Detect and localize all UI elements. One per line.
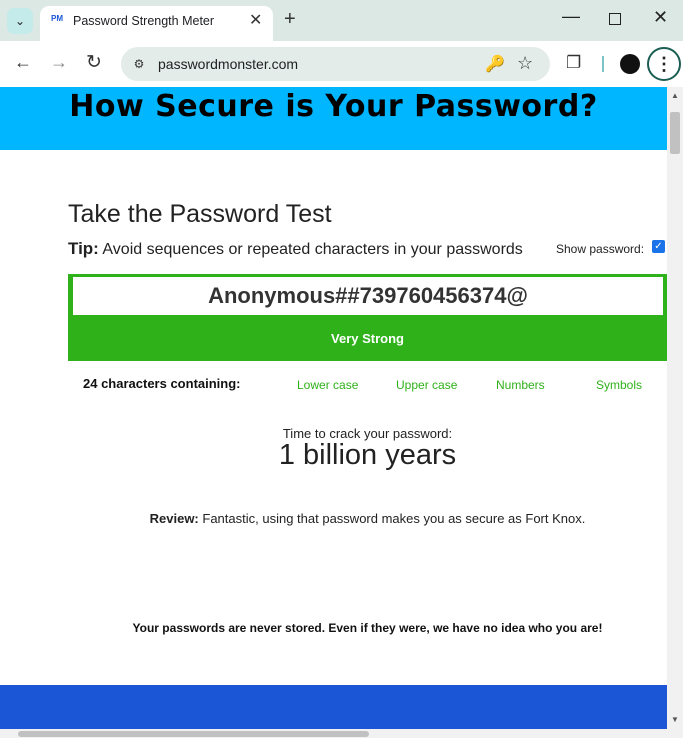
toolbar-divider [602, 56, 604, 72]
char-class-numbers: Numbers [496, 378, 545, 392]
privacy-note: Your passwords are never stored. Even if… [132, 621, 603, 635]
horizontal-scroll-thumb[interactable] [18, 731, 369, 737]
close-icon[interactable]: ✕ [249, 10, 262, 30]
reload-icon[interactable]: ↻ [86, 51, 102, 74]
tab-search-button[interactable]: ⌄ [7, 8, 33, 34]
tip-label: Tip: [68, 239, 99, 258]
tip-body: Avoid sequences or repeated characters i… [102, 241, 523, 258]
arrow-left-icon[interactable]: ← [14, 52, 32, 73]
footer-band [0, 685, 667, 729]
char-count: 24 characters containing: [83, 376, 241, 391]
strength-label: Very Strong [331, 331, 404, 346]
show-password-checkbox[interactable]: ✓ [652, 240, 665, 253]
review-label: Review: [149, 511, 199, 526]
review-text: Review: Fantastic, using that password m… [0, 511, 683, 526]
tip-text: Tip: Avoid sequences or repeated charact… [68, 239, 523, 259]
char-class-upper: Upper case [396, 378, 458, 392]
plus-icon[interactable]: + [284, 8, 296, 31]
tune-icon[interactable]: ⚙ [130, 55, 148, 73]
password-input[interactable]: Anonymous##739760456374@ [73, 277, 663, 315]
url-text[interactable]: passwordmonster.com [158, 56, 298, 72]
char-class-lower: Lower case [297, 378, 359, 392]
char-class-symbols: Symbols [596, 378, 643, 392]
tab-title: Password Strength Meter [73, 14, 215, 28]
show-password-label: Show password: [556, 242, 645, 256]
crack-time-value: 1 billion years [278, 439, 457, 471]
vertical-scroll-thumb[interactable] [670, 112, 680, 154]
arrow-right-icon[interactable]: → [50, 52, 68, 73]
scroll-down-icon[interactable]: ▼ [671, 715, 679, 724]
key-icon[interactable]: 🔑 [485, 54, 505, 74]
avatar[interactable] [620, 54, 640, 74]
hero-title: How Secure is Your Password? [69, 89, 598, 124]
review-body: Fantastic, using that password makes you… [202, 511, 586, 526]
minimize-icon[interactable]: — [562, 6, 580, 27]
puzzle-icon[interactable]: ❐ [566, 53, 581, 73]
window-close-icon[interactable]: ✕ [653, 7, 668, 28]
tab-favicon: PM [51, 14, 63, 23]
scroll-up-icon[interactable]: ▲ [671, 91, 679, 100]
chevron-down-icon: ⌄ [14, 14, 26, 28]
maximize-icon[interactable] [609, 13, 621, 25]
section-title: Take the Password Test [68, 200, 332, 228]
star-icon[interactable]: ☆ [517, 53, 533, 74]
vertical-scrollbar[interactable] [667, 87, 683, 729]
kebab-menu-icon[interactable]: ⋮ [647, 47, 681, 81]
